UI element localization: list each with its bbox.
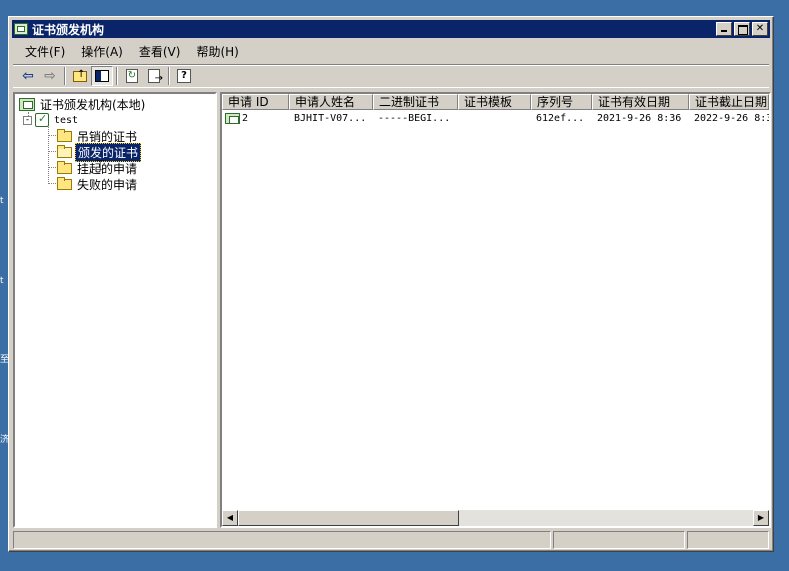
forward-button[interactable]: ⇨ xyxy=(39,66,61,86)
cell-serial: 612ef... xyxy=(536,112,585,124)
tree-item-failed[interactable]: 失败的申请 xyxy=(15,176,215,192)
folder-icon xyxy=(57,176,72,190)
status-bar xyxy=(13,531,769,549)
cell-expiration-date: 2022-9-26 8:36 xyxy=(694,112,769,124)
export-list-icon xyxy=(148,69,163,84)
horizontal-scrollbar[interactable]: ◀ ▶ xyxy=(222,510,769,526)
menu-action[interactable]: 操作(A) xyxy=(73,43,131,60)
column-header-requester[interactable]: 申请人姓名 xyxy=(289,94,373,110)
folder-icon xyxy=(57,128,72,142)
up-one-level-button[interactable] xyxy=(69,66,91,86)
show-hide-tree-icon xyxy=(95,70,109,82)
desktop-fragment: 至 xyxy=(0,355,8,365)
tree-item-issued[interactable]: 颁发的证书 xyxy=(15,142,215,162)
desktop-fragment: 济 xyxy=(0,435,8,445)
column-header-serial[interactable]: 序列号 xyxy=(531,94,592,110)
ca-console-window: 证书颁发机构 ✕ 文件(F) 操作(A) 查看(V) 帮助(H) ⇦ ⇨ ↻ ? xyxy=(8,16,774,552)
tree-ca-node[interactable]: - test xyxy=(15,112,215,128)
up-folder-icon xyxy=(73,69,87,82)
window-title: 证书颁发机构 xyxy=(32,22,105,37)
tree-root-node[interactable]: 证书颁发机构(本地) xyxy=(15,96,215,112)
column-header-request-id[interactable]: 申请 ID xyxy=(222,94,289,110)
menu-bar: 文件(F) 操作(A) 查看(V) 帮助(H) xyxy=(13,41,769,61)
desktop-fragment: t xyxy=(0,276,4,286)
export-list-button[interactable] xyxy=(143,66,165,86)
forward-arrow-icon: ⇨ xyxy=(44,68,56,84)
column-header-binary-cert[interactable]: 二进制证书 xyxy=(373,94,458,110)
toolbar-separator xyxy=(168,67,170,85)
refresh-button[interactable]: ↻ xyxy=(121,66,143,86)
maximize-button[interactable] xyxy=(734,22,750,36)
column-header-expiration-date[interactable]: 证书截止日期 xyxy=(689,94,769,110)
menu-file[interactable]: 文件(F) xyxy=(17,43,73,60)
help-icon: ? xyxy=(177,69,191,83)
tree-item-label: 挂起的申请 xyxy=(77,161,138,176)
table-row[interactable]: 2 BJHIT-V07... -----BEGI... 612ef... 202… xyxy=(222,110,769,126)
back-arrow-icon: ⇦ xyxy=(22,68,34,84)
cell-effective-date: 2021-9-26 8:36 xyxy=(597,112,682,124)
minimize-button[interactable] xyxy=(716,22,732,36)
column-header-template[interactable]: 证书模板 xyxy=(458,94,531,110)
certificate-authority-icon xyxy=(19,97,35,111)
tree-ca-label: test xyxy=(54,114,79,126)
toolbar-separator xyxy=(116,67,118,85)
help-button[interactable]: ? xyxy=(173,66,195,86)
scroll-left-button[interactable]: ◀ xyxy=(222,510,238,526)
back-button[interactable]: ⇦ xyxy=(17,66,39,86)
scrollbar-thumb[interactable] xyxy=(238,510,459,526)
tree-item-pending[interactable]: 挂起的申请 xyxy=(15,160,215,176)
toolbar: ⇦ ⇨ ↻ ? xyxy=(13,64,769,88)
folder-icon xyxy=(57,160,72,174)
scrollbar-track[interactable] xyxy=(459,510,753,526)
console-tree[interactable]: 证书颁发机构(本地) - test 吊销的证书 颁发的证书 挂起的申请 失 xyxy=(13,92,217,528)
collapse-icon[interactable]: - xyxy=(23,115,32,125)
tree-item-label: 失败的申请 xyxy=(77,177,138,192)
cell-requester: BJHIT-V07... xyxy=(294,112,367,124)
menu-view[interactable]: 查看(V) xyxy=(131,43,189,60)
desktop-fragment: t xyxy=(0,196,4,206)
certificate-icon xyxy=(225,112,240,124)
certificate-authority-icon xyxy=(14,23,28,35)
scroll-right-button[interactable]: ▶ xyxy=(753,510,769,526)
close-button[interactable]: ✕ xyxy=(752,22,768,36)
column-header-effective-date[interactable]: 证书有效日期 xyxy=(592,94,689,110)
status-panel xyxy=(553,531,685,549)
tree-root-label: 证书颁发机构(本地) xyxy=(40,97,146,112)
ca-server-icon xyxy=(35,112,49,127)
toolbar-separator xyxy=(64,67,66,85)
open-folder-icon xyxy=(57,144,72,158)
list-header: 申请 ID 申请人姓名 二进制证书 证书模板 序列号 证书有效日期 证书截止日期 xyxy=(222,94,769,110)
cell-request-id: 2 xyxy=(242,112,249,124)
status-panel xyxy=(687,531,769,549)
cell-binary-cert: -----BEGI... xyxy=(378,112,451,124)
title-bar[interactable]: 证书颁发机构 ✕ xyxy=(12,20,770,38)
mouse-cursor-icon: ⌶ xyxy=(96,158,105,174)
menu-help[interactable]: 帮助(H) xyxy=(188,43,246,60)
refresh-icon: ↻ xyxy=(126,69,138,83)
status-panel xyxy=(13,531,551,549)
details-list-view[interactable]: 申请 ID 申请人姓名 二进制证书 证书模板 序列号 证书有效日期 证书截止日期… xyxy=(220,92,771,528)
show-hide-tree-button[interactable] xyxy=(91,66,113,86)
